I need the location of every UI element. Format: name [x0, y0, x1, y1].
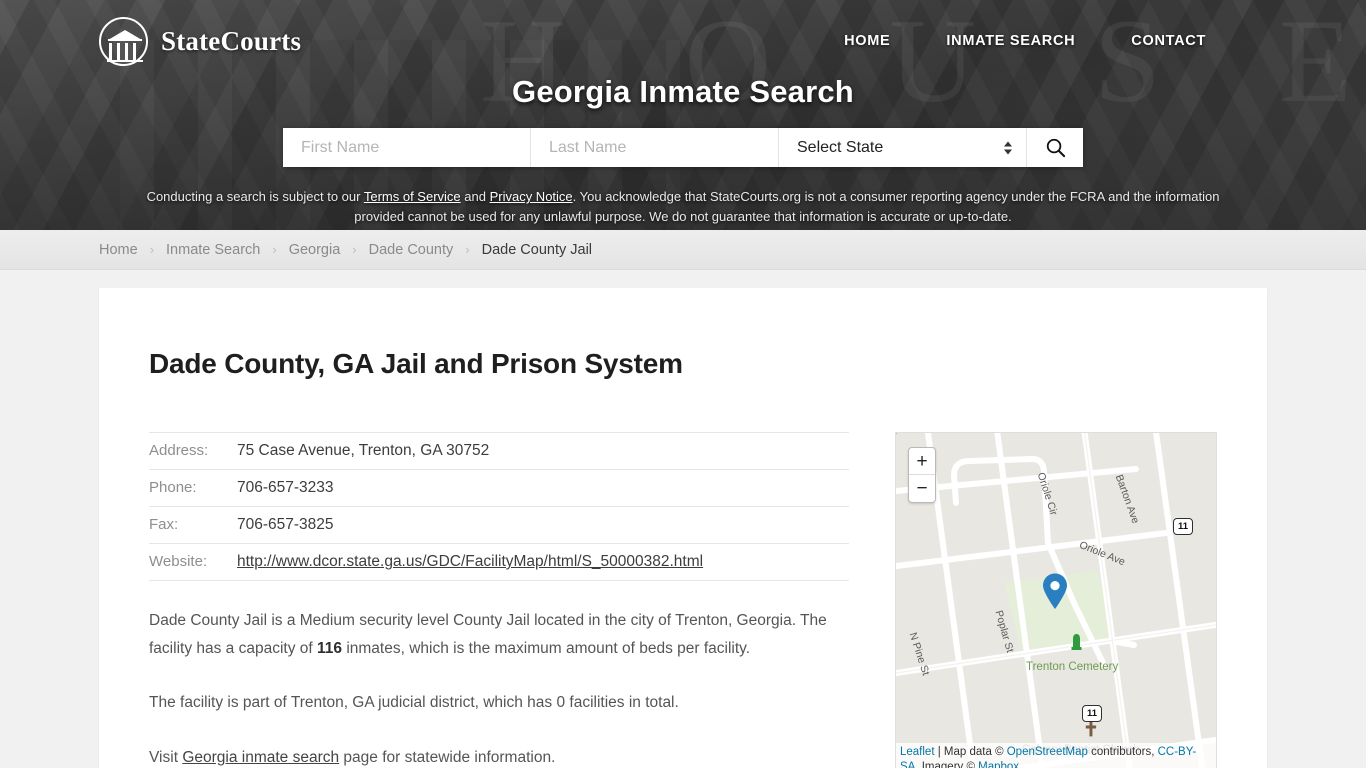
breadcrumb-item-georgia[interactable]: Georgia	[289, 242, 341, 258]
visit-text-after: page for statewide information.	[339, 748, 556, 766]
georgia-inmate-search-link[interactable]: Georgia inmate search	[182, 749, 339, 766]
nav-item-contact[interactable]: CONTACT	[1131, 33, 1206, 49]
breadcrumb-item-inmate-search[interactable]: Inmate Search	[166, 242, 260, 258]
site-header: H O U S E StateCourts HOME INMATE SEARCH…	[0, 0, 1366, 230]
state-select[interactable]: Select State	[779, 128, 1027, 167]
nav-item-inmate-search[interactable]: INMATE SEARCH	[946, 33, 1075, 49]
privacy-notice-link[interactable]: Privacy Notice	[490, 189, 573, 204]
facility-website-link[interactable]: http://www.dcor.state.ga.us/GDC/Facility…	[237, 553, 703, 570]
facility-details-column: Address: 75 Case Avenue, Trenton, GA 307…	[149, 432, 849, 768]
breadcrumb: Home › Inmate Search › Georgia › Dade Co…	[99, 242, 592, 258]
first-name-input[interactable]	[283, 128, 531, 167]
brand[interactable]: StateCourts	[99, 16, 302, 66]
terms-of-service-link[interactable]: Terms of Service	[364, 189, 461, 204]
chevron-right-icon: ›	[272, 242, 277, 257]
route-shield-11-south: 11	[1082, 705, 1102, 722]
page-title: Dade County, GA Jail and Prison System	[149, 348, 683, 379]
nav-item-home[interactable]: HOME	[844, 33, 890, 49]
attribution-mapdata: Map data ©	[943, 745, 1007, 758]
disclaimer-part-2: and	[460, 189, 490, 204]
state-select-value: Select State	[797, 138, 884, 156]
map-zoom-controls: + −	[908, 447, 936, 503]
breadcrumb-bar: Home › Inmate Search › Georgia › Dade Co…	[0, 230, 1366, 270]
route-shield-11-north: 11	[1173, 518, 1193, 535]
breadcrumb-item-dade-county[interactable]: Dade County	[369, 242, 454, 258]
search-disclaimer: Conducting a search is subject to our Te…	[133, 187, 1233, 227]
church-cross-icon: ✝	[1083, 720, 1099, 741]
courthouse-icon	[99, 16, 148, 66]
visit-text-before: Visit	[149, 748, 183, 766]
attribution-contributors: contributors,	[1087, 745, 1158, 758]
breadcrumb-item-current: Dade County Jail	[481, 241, 593, 258]
table-row: Phone: 706-657-3233	[149, 470, 849, 507]
table-row: Website: http://www.dcor.state.ga.us/GDC…	[149, 544, 849, 581]
chevron-right-icon: ›	[149, 242, 155, 257]
content-row: Address: 75 Case Avenue, Trenton, GA 307…	[149, 432, 1217, 768]
search-button[interactable]	[1027, 128, 1083, 167]
info-label-website: Website:	[149, 553, 208, 570]
facility-info-table: Address: 75 Case Avenue, Trenton, GA 307…	[149, 432, 849, 581]
map-pin-icon[interactable]	[1042, 573, 1068, 609]
facility-location-map[interactable]: Oriole Cir Barton Ave Oriole Ave Poplar …	[895, 432, 1217, 768]
info-value-address: 75 Case Avenue, Trenton, GA 30752	[237, 442, 490, 459]
chevron-updown-icon	[1004, 141, 1012, 154]
map-label-trenton-cemetery: Trenton Cemetery	[1026, 661, 1119, 673]
attribution-separator: |	[934, 745, 944, 758]
table-row: Fax: 706-657-3825	[149, 507, 849, 544]
leaflet-link[interactable]: Leaflet	[900, 746, 935, 758]
info-label-fax: Fax:	[149, 516, 179, 533]
judicial-district-paragraph: The facility is part of Trenton, GA judi…	[149, 694, 679, 712]
content-card: Dade County, GA Jail and Prison System A…	[99, 288, 1267, 768]
statewide-info-paragraph: Visit Georgia inmate search page for sta…	[149, 744, 849, 768]
zoom-in-button[interactable]: +	[909, 448, 935, 475]
facility-capacity: 116	[317, 640, 343, 658]
hero-title: Georgia Inmate Search	[512, 74, 854, 109]
description-text-after: inmates, which is the maximum amount of …	[342, 640, 751, 658]
top-bar: StateCourts HOME INMATE SEARCH CONTACT	[0, 0, 1366, 72]
zoom-out-button[interactable]: −	[909, 475, 935, 502]
mapbox-link[interactable]: Mapbox	[978, 761, 1019, 768]
chevron-right-icon: ›	[352, 242, 357, 257]
info-value-fax: 706-657-3825	[237, 516, 334, 533]
disclaimer-part-1: Conducting a search is subject to our	[146, 189, 364, 204]
chevron-right-icon: ›	[465, 242, 470, 257]
map-attribution: Leaflet | Map data © OpenStreetMap contr…	[896, 742, 1216, 768]
facility-description-paragraph: Dade County Jail is a Medium security le…	[149, 607, 849, 663]
table-row: Address: 75 Case Avenue, Trenton, GA 307…	[149, 432, 849, 470]
info-label-address: Address:	[149, 442, 209, 459]
brand-name: StateCourts	[161, 25, 302, 56]
inmate-search-form: Select State	[283, 128, 1083, 167]
info-label-phone: Phone:	[149, 479, 197, 496]
main-nav: HOME INMATE SEARCH CONTACT	[844, 33, 1206, 49]
cemetery-icon	[1071, 634, 1082, 650]
info-value-website-cell: http://www.dcor.state.ga.us/GDC/Facility…	[237, 544, 849, 581]
page-body: Dade County, GA Jail and Prison System A…	[0, 270, 1366, 768]
map-column: Oriole Cir Barton Ave Oriole Ave Poplar …	[895, 432, 1217, 768]
openstreetmap-link[interactable]: OpenStreetMap	[1007, 746, 1088, 758]
attribution-imagery: , Imagery ©	[915, 761, 979, 768]
breadcrumb-item-home[interactable]: Home	[99, 242, 138, 258]
search-icon	[1046, 138, 1065, 158]
last-name-input[interactable]	[531, 128, 779, 167]
info-value-phone: 706-657-3233	[237, 479, 334, 496]
